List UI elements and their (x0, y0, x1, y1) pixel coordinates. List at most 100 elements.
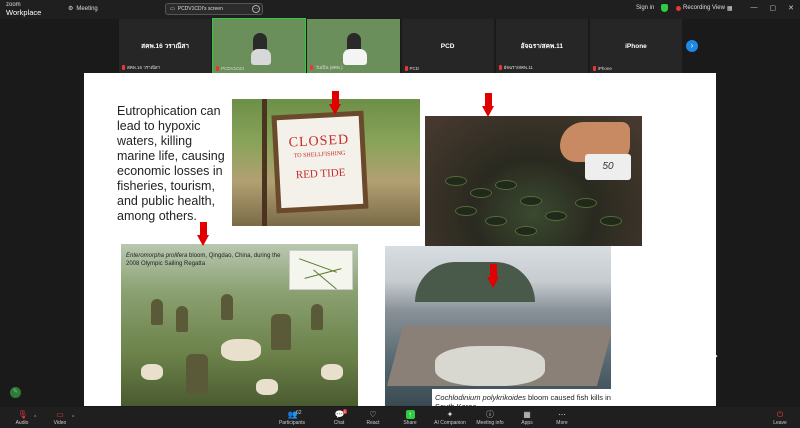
logo-workplace: Workplace (6, 8, 42, 17)
meeting-menu[interactable]: ⚙ Meeting (68, 5, 98, 13)
participant-name: PCDV1CDI (221, 66, 244, 71)
mussel-shell (470, 188, 492, 198)
mouse-cursor-icon: ✥ (711, 352, 718, 361)
sign-in-link[interactable]: Sign in (636, 5, 654, 11)
next-participants-chevron-icon[interactable]: › (686, 40, 698, 52)
ai-companion-button[interactable]: ✦ AI Companion (432, 410, 468, 426)
mic-muted-icon (404, 66, 408, 71)
sandbag (321, 364, 343, 380)
price-card: 50 (585, 154, 631, 180)
participant-nameplate: iPhone (592, 66, 612, 71)
person-body (343, 49, 368, 65)
more-options-icon[interactable]: … (252, 5, 260, 13)
share-label: Share (403, 420, 417, 426)
meeting-icon: ⚙ (68, 6, 74, 12)
mussel-shell (575, 198, 597, 208)
meeting-info-label: Meeting info (476, 420, 504, 426)
sparkle-icon: ✦ (446, 410, 454, 419)
view-menu[interactable]: View ▦ (712, 5, 733, 12)
participant-nameplate: PCDV1CDI (216, 66, 244, 71)
maximize-icon[interactable]: ▢ (770, 4, 777, 12)
more-button[interactable]: ⋯ More (544, 410, 580, 426)
sandbag (256, 379, 278, 395)
video-label: Video (53, 420, 67, 426)
mic-muted-icon (310, 65, 314, 70)
info-icon: ⓘ (486, 410, 494, 419)
participant-tile[interactable]: iPhone iPhone (589, 19, 683, 73)
mic-muted-icon: 🎙 (17, 410, 28, 419)
participant-tile[interactable]: PCD PCD (401, 19, 494, 73)
video-caret-icon[interactable]: ^ (72, 415, 74, 421)
meeting-label: Meeting (76, 5, 98, 12)
mussel-shell (495, 180, 517, 190)
algae-inset-image (289, 250, 353, 290)
mic-muted-icon (216, 66, 220, 71)
mussel-shell (600, 216, 622, 226)
leave-label: Leave (773, 420, 787, 426)
mic-muted-icon (122, 65, 125, 70)
audio-caret-icon[interactable]: ^ (34, 415, 36, 421)
zoom-window: zoom Workplace ⚙ Meeting ▭ PCDV1CDI's sc… (0, 0, 800, 428)
share-button[interactable]: ↑ Share (392, 410, 428, 426)
participant-tile-video[interactable]: PCDV1CDI (212, 18, 307, 74)
participant-title: iPhone (625, 42, 647, 50)
participant-name: PCD (409, 66, 420, 71)
sign-red-tide-text: RED TIDE (295, 166, 346, 182)
mussel-shell (520, 196, 542, 206)
close-icon[interactable]: ✕ (788, 4, 794, 12)
participant-tile-video[interactable]: วันเปิน (สคพ.) (307, 19, 400, 73)
more-label: More (556, 420, 568, 426)
sandbag (141, 364, 163, 380)
mussel-shell (485, 216, 507, 226)
react-button[interactable]: ♡ React (355, 410, 391, 426)
window-controls: — ▢ ✕ (751, 4, 795, 12)
mussel-shell (445, 176, 467, 186)
participants-count: 62 (296, 410, 302, 416)
participant-name: iPhone (597, 66, 612, 71)
mussel-shell (455, 206, 477, 216)
sign-face: CLOSED TO SHELLFISHING RED TIDE (276, 115, 364, 209)
minimize-icon[interactable]: — (751, 4, 758, 12)
sandbag (221, 339, 261, 361)
leave-icon: ⏻ (776, 410, 784, 419)
red-tide-sign-photo: CLOSED TO SHELLFISHING RED TIDE (232, 99, 420, 226)
participants-button[interactable]: 👥 Participants (274, 410, 310, 426)
meeting-info-button[interactable]: ⓘ Meeting info (472, 410, 508, 426)
participant-strip: สคพ.16 วราณีสา สคพ.16 วราณีสา PCDV1CDI ว… (119, 18, 683, 74)
top-bar: zoom Workplace ⚙ Meeting ▭ PCDV1CDI's sc… (0, 0, 800, 19)
mic-muted-icon (592, 66, 596, 71)
view-grid-icon: ▦ (726, 6, 733, 12)
react-label: React (366, 420, 380, 426)
red-arrow-icon (487, 264, 500, 288)
participant-tile[interactable]: อัจฉรา/สคพ.11 อัจฉรา/สคพ.11 (495, 19, 588, 73)
closed-sign: CLOSED TO SHELLFISHING RED TIDE (271, 110, 369, 214)
participant-title: อัจฉรา/สคพ.11 (520, 43, 563, 50)
dead-fish-pile (435, 346, 545, 386)
soldier-figure (221, 294, 233, 320)
caption-species: Enteromorpha prolifera (126, 253, 188, 259)
soldier-figure (311, 304, 323, 330)
leave-button[interactable]: ⏻ Leave (762, 410, 798, 426)
participant-nameplate: อัจฉรา/สคพ.11 (498, 64, 533, 71)
apps-label: Apps (521, 420, 533, 426)
screen-icon: ▭ (170, 6, 175, 12)
chat-button[interactable]: 💬 1 Chat (321, 409, 357, 426)
soldier-figure (271, 314, 291, 350)
minimized-companion-icon[interactable]: ✎ (10, 387, 21, 398)
chat-label: Chat (333, 420, 345, 426)
apps-button[interactable]: ▦ Apps (509, 410, 545, 426)
app-logo: zoom Workplace (6, 2, 41, 16)
sign-closed-text: CLOSED (288, 132, 350, 151)
share-screen-icon: ↑ (405, 410, 415, 419)
soldier-figure (151, 299, 163, 325)
participant-name: สคพ.16 วราณีสา (127, 65, 161, 70)
mussel-shell (515, 226, 537, 236)
security-shield-icon[interactable] (661, 4, 668, 12)
screen-share-pill[interactable]: ▭ PCDV1CDI's screen … (165, 3, 263, 15)
mussel-shell (545, 211, 567, 221)
heart-icon: ♡ (369, 410, 377, 419)
soldier-figure (186, 354, 208, 394)
screen-pill-label: PCDV1CDI's screen (177, 6, 223, 12)
recording-indicator[interactable]: Recording (676, 5, 710, 11)
participant-tile[interactable]: สคพ.16 วราณีสา สคพ.16 วราณีสา (119, 19, 212, 73)
